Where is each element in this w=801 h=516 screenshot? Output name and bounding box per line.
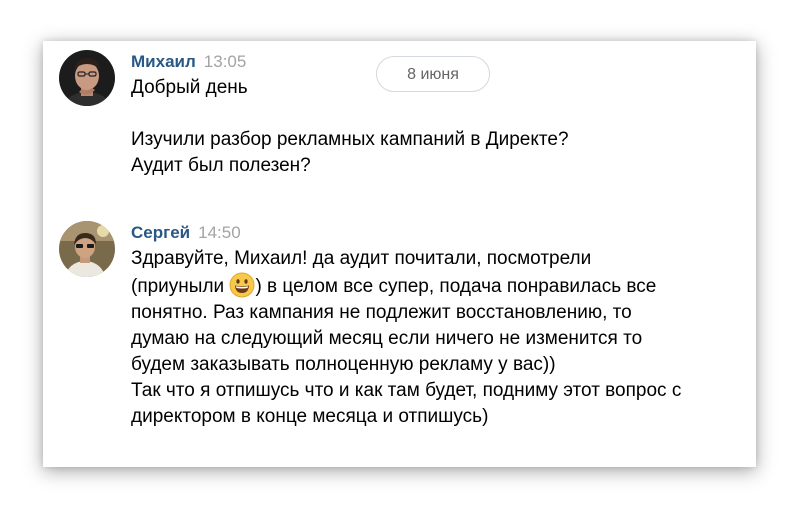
screenshot-stage: 8 июня Михаил 13:05 Добрый день Изучили … [0,0,801,516]
message-text: Добрый день Изучили разбор рекламных кам… [131,77,569,176]
message-time[interactable]: 13:05 [204,52,247,71]
message-body: Сергей 14:50 Здравуйте, Михаил! да аудит … [131,221,746,430]
avatar[interactable] [59,221,115,277]
message-body: Михаил 13:05 Добрый день Изучили разбор р… [131,50,746,179]
author-name-link[interactable]: Сергей [131,223,190,242]
message-time[interactable]: 14:50 [198,223,241,242]
message-item: Михаил 13:05 Добрый день Изучили разбор р… [59,50,746,200]
avatar-mikhail-icon [59,50,115,106]
message-item: Сергей 14:50 Здравуйте, Михаил! да аудит … [59,221,746,461]
avatar-sergey-icon [59,221,115,277]
message-text: Здравуйте, Михаил! да аудит почитали, по… [131,246,746,430]
author-name-link[interactable]: Михаил [131,52,196,71]
message-text-part: ) в целом все супер, подача понравилась … [131,276,682,427]
grinning-face-emoji-icon [229,272,255,298]
avatar[interactable] [59,50,115,106]
message-header: Сергей 14:50 [131,221,746,245]
chat-history-panel: 8 июня Михаил 13:05 Добрый день Изучили … [43,41,756,467]
message-header: Михаил 13:05 [131,50,746,74]
